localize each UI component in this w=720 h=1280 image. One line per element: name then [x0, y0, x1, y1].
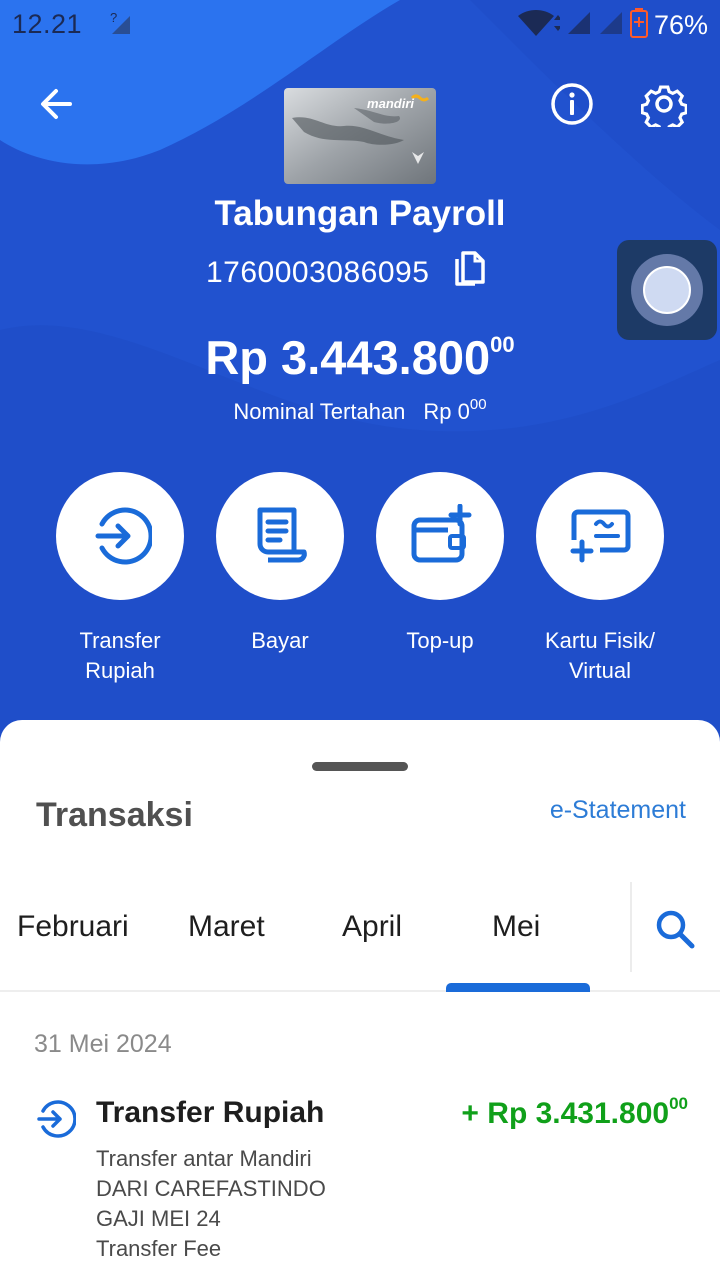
action-transfer-rupiah[interactable]: Transfer Rupiah [40, 472, 200, 686]
search-icon [656, 910, 695, 949]
action-kartu-fisik-virtual[interactable]: Kartu Fisik/ Virtual [520, 472, 680, 686]
sheet-drag-handle[interactable] [312, 762, 408, 771]
assistant-dot-icon [643, 266, 691, 314]
debit-card-image: mandiri [284, 88, 436, 184]
action-circle [216, 472, 344, 600]
info-button[interactable] [546, 78, 598, 130]
tab-maret[interactable]: Maret [188, 910, 265, 944]
account-name: Tabungan Payroll [214, 194, 506, 233]
description-line: GAJI MEI 24 [96, 1206, 221, 1231]
floating-assistant-button[interactable] [617, 240, 717, 340]
transaction-title: Transfer Rupiah [96, 1096, 325, 1129]
tab-februari[interactable]: Februari [17, 910, 129, 944]
settings-button[interactable] [638, 78, 690, 130]
bill-icon [257, 507, 307, 563]
status-right-group: 76% [516, 8, 708, 43]
held-amount-label: Nominal Tertahan [233, 399, 406, 424]
wallet-plus-icon [411, 504, 472, 563]
transactions-title: Transaksi [36, 796, 193, 834]
balance: Rp 3.443.80000 [0, 330, 720, 385]
transaction-item[interactable]: Transfer Rupiah + Rp 3.431.80000 Transfe… [0, 1090, 720, 1270]
account-number-row: 1760003086095 [206, 250, 489, 295]
status-bar: 12.21 ? 76% [0, 0, 720, 50]
svg-text:?: ? [110, 10, 117, 25]
status-time: 12.21 [12, 9, 83, 39]
action-circle [376, 472, 504, 600]
arrow-left-icon [41, 89, 72, 119]
active-tab-indicator [446, 983, 590, 992]
gear-icon [641, 85, 687, 127]
held-amount-decimals: 00 [469, 396, 487, 413]
action-label: Transfer Rupiah [79, 628, 161, 683]
description-line: Transfer Fee [96, 1236, 222, 1261]
transfer-in-icon [37, 1100, 76, 1138]
copy-icon [455, 251, 486, 286]
card-plus-icon [570, 509, 631, 563]
month-tabs: Februari Maret April Mei [0, 882, 720, 992]
no-sim-signal-icon: ? [108, 10, 134, 41]
e-statement-link[interactable]: e-Statement [550, 796, 686, 825]
signal-icon [566, 10, 592, 41]
transaction-amount-value: + Rp 3.431.800 [461, 1097, 670, 1130]
tab-april[interactable]: April [342, 910, 402, 944]
balance-amount: Rp 3.443.800 [205, 331, 491, 384]
transaction-amount-decimals: 00 [669, 1094, 688, 1113]
action-circle [56, 472, 184, 600]
transfer-icon [95, 507, 152, 565]
wifi-icon [516, 8, 562, 43]
account-number: 1760003086095 [206, 255, 430, 289]
balance-decimals: 00 [490, 332, 515, 357]
action-circle [536, 472, 664, 600]
action-bayar[interactable]: Bayar [200, 472, 360, 656]
tabs-divider [630, 882, 632, 972]
action-top-up[interactable]: Top-up [360, 472, 520, 656]
action-label: Bayar [251, 628, 309, 653]
copy-button[interactable] [451, 250, 489, 295]
account-header: 12.21 ? 76% mandiri Tabungan Payroll 176… [0, 0, 720, 760]
action-label: Kartu Fisik/ Virtual [544, 628, 656, 683]
card-brand-label: mandiri [367, 96, 414, 111]
description-line: Transfer antar Mandiri [96, 1146, 312, 1171]
battery-icon [629, 8, 648, 43]
signal-x-icon [598, 10, 624, 41]
transaction-amount: + Rp 3.431.80000 [461, 1094, 688, 1131]
transaction-date: 31 Mei 2024 [34, 1030, 172, 1058]
info-icon [551, 83, 593, 125]
back-button[interactable] [30, 78, 82, 130]
action-label: Top-up [406, 628, 474, 653]
description-line: DARI CAREFASTINDO [96, 1176, 326, 1201]
tab-mei[interactable]: Mei [492, 910, 540, 944]
search-button[interactable] [652, 906, 698, 952]
transaction-description: Transfer antar Mandiri DARI CAREFASTINDO… [96, 1144, 326, 1264]
transactions-sheet: Transaksi e-Statement Februari Maret Apr… [0, 720, 720, 1280]
battery-percent: 76% [653, 10, 708, 40]
held-amount-row: Nominal Tertahan Rp 000 [0, 396, 720, 425]
held-amount-value: Rp 0 [423, 399, 470, 424]
